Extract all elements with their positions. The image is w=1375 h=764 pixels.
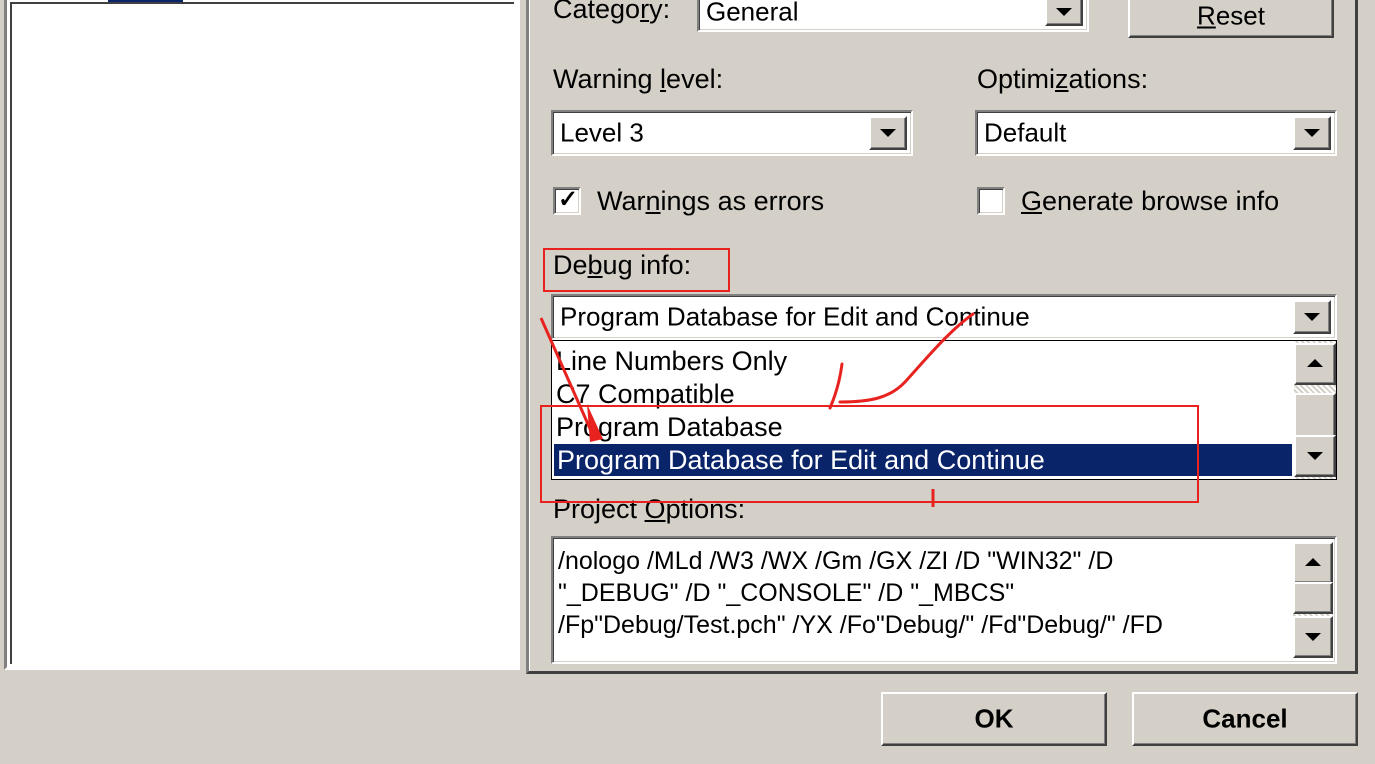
category-label: Category:	[553, 0, 671, 24]
chevron-down-icon[interactable]	[1293, 116, 1331, 150]
project-tree[interactable]	[4, 0, 520, 670]
cancel-button[interactable]: Cancel	[1132, 692, 1358, 746]
project-options-line: "_DEBUG" /D "_CONSOLE" /D "_MBCS"	[558, 579, 1015, 607]
category-dropdown[interactable]: General	[697, 0, 1089, 32]
scroll-thumb[interactable]	[1293, 582, 1333, 614]
debug-info-value: Program Database for Edit and Continue	[560, 301, 1030, 332]
debug-info-label: Debug info:	[553, 250, 692, 280]
scroll-thumb[interactable]	[1294, 393, 1336, 441]
tree-selected-item[interactable]	[108, 0, 183, 2]
arrow-up-icon[interactable]	[1293, 542, 1333, 584]
project-tree-pane	[0, 0, 520, 676]
check-icon: ✓	[558, 186, 579, 213]
debug-option-edit-continue[interactable]: Program Database for Edit and Continue	[554, 444, 1292, 476]
project-options-scrollbar[interactable]	[1293, 542, 1333, 658]
chevron-down-icon[interactable]	[1293, 300, 1331, 334]
debug-info-dropdown[interactable]: Program Database for Edit and Continue	[551, 294, 1337, 340]
generate-browse-info-label[interactable]: Generate browse info	[1021, 186, 1279, 216]
project-options-line: /nologo /MLd /W3 /WX /Gm /GX /ZI /D "WIN…	[558, 547, 1114, 575]
arrow-down-icon[interactable]	[1293, 616, 1333, 658]
warning-level-dropdown[interactable]: Level 3	[551, 110, 913, 156]
warning-level-value: Level 3	[560, 117, 644, 148]
chevron-down-icon[interactable]	[1045, 0, 1083, 26]
debug-info-options-list[interactable]: Line Numbers Only C7 Compatible Program …	[551, 340, 1337, 480]
generate-browse-info-checkbox[interactable]	[977, 187, 1005, 215]
warnings-as-errors-label[interactable]: Warnings as errors	[597, 186, 824, 216]
reset-button[interactable]: Reset	[1128, 0, 1334, 38]
category-value: General	[706, 0, 799, 27]
arrow-up-icon[interactable]	[1294, 343, 1336, 385]
optimizations-dropdown[interactable]: Default	[975, 110, 1337, 156]
project-options-label: Project Options:	[553, 494, 746, 524]
debug-list-scrollbar[interactable]	[1294, 341, 1336, 479]
debug-option-line-numbers[interactable]: Line Numbers Only	[556, 345, 787, 377]
project-options-textarea[interactable]: /nologo /MLd /W3 /WX /Gm /GX /ZI /D "WIN…	[551, 536, 1337, 664]
optimizations-value: Default	[984, 117, 1067, 148]
warnings-as-errors-checkbox[interactable]: ✓	[553, 186, 581, 215]
arrow-down-icon[interactable]	[1294, 435, 1336, 477]
project-options-line: /Fp"Debug/Test.pch" /YX /Fo"Debug/" /Fd"…	[558, 611, 1163, 639]
debug-option-program-database[interactable]: Program Database	[556, 411, 783, 443]
chevron-down-icon[interactable]	[869, 116, 907, 150]
debug-option-c7[interactable]: C7 Compatible	[556, 378, 735, 410]
warning-level-label: Warning level:	[553, 64, 724, 94]
ok-button[interactable]: OK	[881, 692, 1107, 746]
optimizations-label: Optimizations:	[977, 64, 1149, 94]
